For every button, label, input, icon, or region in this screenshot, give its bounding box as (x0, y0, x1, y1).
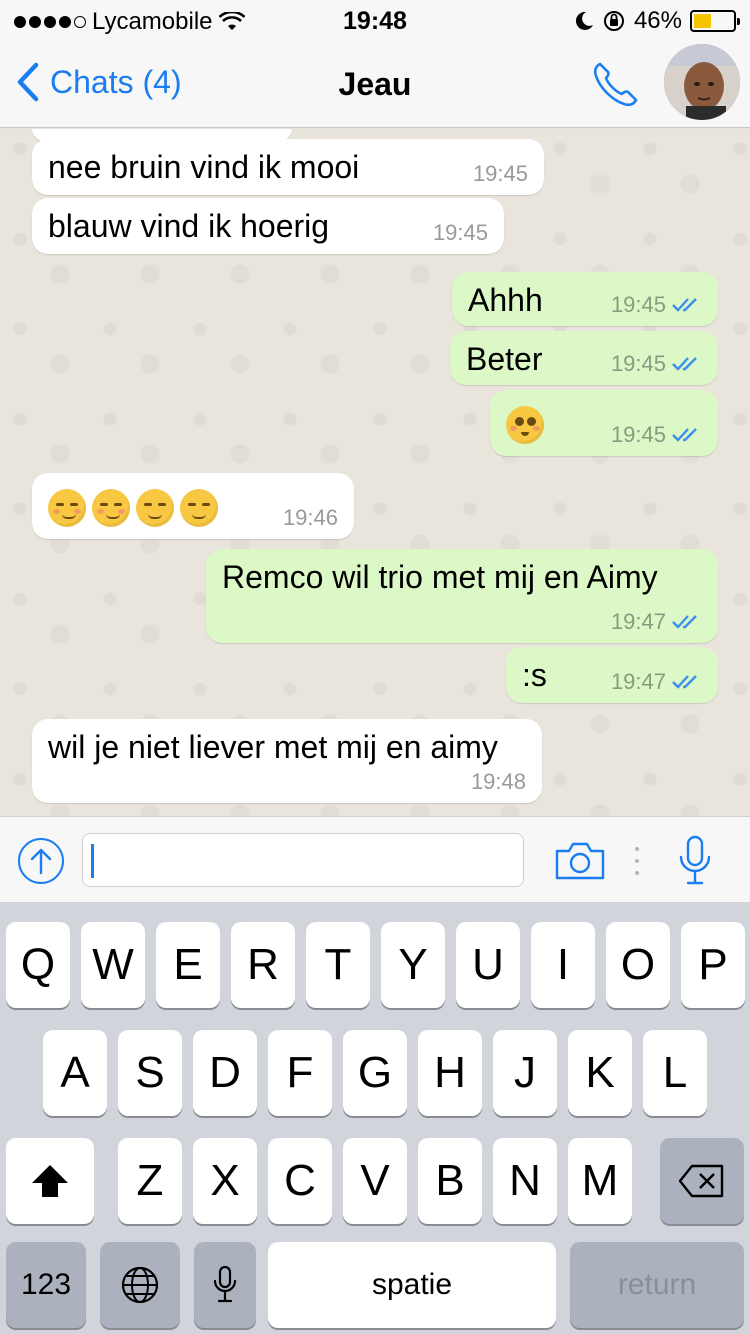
key-k[interactable]: K (568, 1030, 632, 1116)
globe-icon (121, 1266, 159, 1304)
key-l[interactable]: L (643, 1030, 707, 1116)
double-check-icon (672, 357, 697, 371)
message-time: 19:47 (610, 609, 666, 634)
double-check-icon (672, 298, 697, 312)
key-c[interactable]: C (268, 1138, 332, 1224)
key-z[interactable]: Z (118, 1138, 182, 1224)
key-n[interactable]: N (493, 1138, 557, 1224)
message-time: 19:46 (282, 505, 338, 530)
space-key[interactable]: spatie (268, 1242, 556, 1328)
message-text: Beter (466, 341, 543, 377)
relieved-face-emoji (180, 488, 218, 527)
message-bubble-outgoing[interactable]: :s 19:47 (506, 647, 718, 703)
key-y[interactable]: Y (381, 922, 445, 1008)
divider-dots (634, 847, 640, 875)
keyboard: Q W E R T Y U I O P A S D F G H J K L Z … (0, 902, 750, 1334)
key-j[interactable]: J (493, 1030, 557, 1116)
message-time: 19:45 (610, 351, 666, 376)
return-key[interactable]: return (570, 1242, 744, 1328)
battery-icon (690, 10, 740, 32)
key-x[interactable]: X (193, 1138, 257, 1224)
phone-icon (593, 62, 638, 107)
message-time: 19:47 (610, 669, 666, 694)
compose-bar (0, 816, 750, 902)
key-w[interactable]: W (81, 922, 145, 1008)
message-text: Remco wil trio met mij en Aimy (222, 559, 658, 595)
back-button[interactable]: Chats (4) (16, 62, 182, 102)
message-bubble-outgoing[interactable]: 19:45 (490, 390, 718, 456)
double-check-icon (672, 428, 697, 442)
microphone-icon (213, 1265, 237, 1303)
back-button-label: Chats (4) (50, 63, 182, 100)
smirking-face-emoji (92, 488, 130, 527)
do-not-disturb-icon (575, 11, 593, 30)
voice-message-button[interactable] (678, 835, 712, 887)
key-o[interactable]: O (606, 922, 670, 1008)
key-u[interactable]: U (456, 922, 520, 1008)
camera-button[interactable] (554, 841, 606, 881)
message-text: wil je niet liever met mij en aimy (48, 729, 498, 765)
attach-button[interactable] (18, 838, 64, 884)
shift-arrow-icon (32, 1165, 68, 1197)
message-bubble-incoming[interactable]: wil je niet liever met mij en aimy 19:48 (32, 719, 542, 803)
key-g[interactable]: G (343, 1030, 407, 1116)
smirking-face-emoji (48, 488, 86, 527)
message-list[interactable]: nee bruin vind ik mooi 19:45 blauw vind … (0, 129, 750, 816)
message-bubble-outgoing[interactable]: Remco wil trio met mij en Aimy 19:47 (206, 549, 718, 643)
message-bubble-incoming[interactable]: blauw vind ik hoerig 19:45 (32, 198, 504, 254)
avatar-photo (664, 44, 740, 120)
key-b[interactable]: B (418, 1138, 482, 1224)
flushed-face-emoji (506, 405, 544, 444)
backspace-icon (678, 1164, 724, 1198)
message-input[interactable] (82, 833, 524, 887)
microphone-icon (679, 835, 711, 885)
camera-icon (555, 842, 605, 880)
message-text: :s (522, 657, 547, 693)
message-bubble-outgoing[interactable]: Ahhh 19:45 (452, 272, 718, 326)
key-p[interactable]: P (681, 922, 745, 1008)
message-bubble-incoming[interactable]: 19:46 (32, 473, 354, 539)
contact-avatar[interactable] (664, 44, 740, 120)
message-time: 19:45 (472, 161, 528, 186)
message-time: 19:45 (432, 220, 488, 245)
double-check-icon (672, 675, 697, 689)
key-a[interactable]: A (43, 1030, 107, 1116)
double-check-icon (672, 615, 697, 629)
text-cursor (91, 844, 94, 878)
message-text: Ahhh (468, 282, 543, 318)
chat-header: Chats (4) Jeau (0, 40, 750, 128)
key-s[interactable]: S (118, 1030, 182, 1116)
message-bubble-incoming[interactable]: nee bruin vind ik mooi 19:45 (32, 139, 544, 195)
message-bubble-outgoing[interactable]: Beter 19:45 (450, 331, 718, 385)
message-text: nee bruin vind ik mooi (48, 149, 360, 185)
key-f[interactable]: F (268, 1030, 332, 1116)
rotation-lock-icon (603, 11, 624, 31)
key-r[interactable]: R (231, 922, 295, 1008)
shift-key[interactable] (6, 1138, 94, 1224)
key-h[interactable]: H (418, 1030, 482, 1116)
call-button[interactable] (590, 58, 642, 110)
message-time: 19:48 (470, 769, 526, 794)
relieved-face-emoji (136, 488, 174, 527)
message-text: blauw vind ik hoerig (48, 208, 330, 244)
status-bar: Lycamobile 19:48 46% (0, 0, 750, 40)
message-time: 19:45 (610, 292, 666, 317)
globe-key[interactable] (100, 1242, 180, 1328)
key-i[interactable]: I (531, 922, 595, 1008)
numbers-key[interactable]: 123 (6, 1242, 86, 1328)
key-t[interactable]: T (306, 922, 370, 1008)
key-d[interactable]: D (193, 1030, 257, 1116)
key-m[interactable]: M (568, 1138, 632, 1224)
key-e[interactable]: E (156, 922, 220, 1008)
key-q[interactable]: Q (6, 922, 70, 1008)
dictation-key[interactable] (194, 1242, 256, 1328)
message-time: 19:45 (610, 422, 666, 447)
delete-key[interactable] (660, 1138, 744, 1224)
key-v[interactable]: V (343, 1138, 407, 1224)
upload-arrow-icon (30, 848, 52, 875)
battery-percentage: 46% (633, 7, 682, 34)
chevron-left-icon (17, 62, 39, 102)
